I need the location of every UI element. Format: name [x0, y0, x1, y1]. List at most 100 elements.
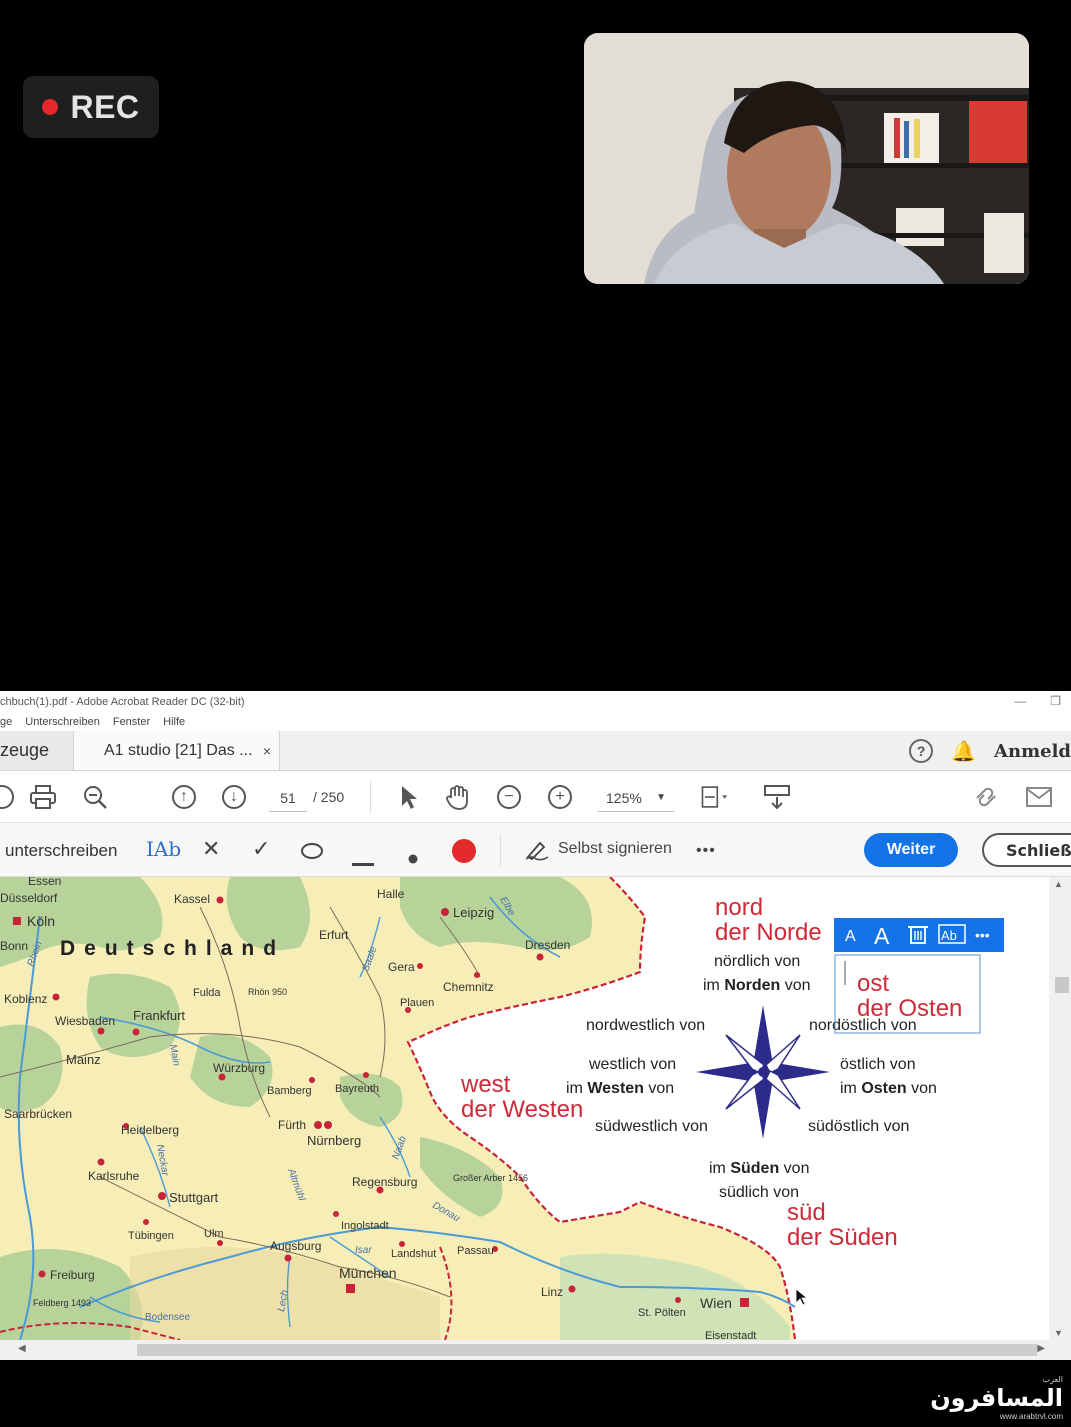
print-icon[interactable] [29, 783, 57, 811]
annotation-more-icon[interactable]: ••• [975, 927, 990, 943]
ellipse-tool-icon[interactable] [300, 841, 324, 865]
scroll-left-icon[interactable]: ◀ [18, 1343, 26, 1354]
close-sign-button[interactable]: Schließe [982, 833, 1071, 867]
city-wuerzburg: Würzburg [213, 1061, 265, 1075]
city-wien: Wien [700, 1295, 732, 1311]
increase-font-icon[interactable]: A [874, 923, 890, 949]
menu-item-anzeige[interactable]: ge [0, 716, 12, 728]
city-chemnitz: Chemnitz [443, 980, 494, 994]
north-word: nord [715, 894, 763, 921]
city-regensburg: Regensburg [352, 1175, 417, 1189]
city-halle: Halle [377, 887, 405, 901]
city-st-poelten: St. Pölten [638, 1307, 686, 1319]
sign-label: unterschreiben [5, 841, 118, 860]
color-picker-icon[interactable] [452, 839, 476, 863]
scroll-down-icon[interactable]: ▼ [1054, 1328, 1063, 1338]
decrease-font-icon[interactable]: A [845, 928, 856, 945]
southwest-label: südwestlich von [595, 1118, 708, 1135]
city-frankfurt: Frankfurt [133, 1008, 185, 1023]
zoom-dropdown[interactable]: 125% ▼ [598, 784, 674, 812]
south-noun: der Süden [787, 1224, 898, 1251]
more-options-icon[interactable]: ••• [696, 839, 716, 863]
menu-item-fenster[interactable]: Fenster [113, 716, 150, 728]
bell-icon[interactable]: 🔔 [951, 739, 976, 764]
help-icon[interactable]: ? [909, 739, 934, 763]
select-cursor-icon[interactable] [395, 783, 423, 811]
sign-in-link[interactable]: Anmeld [994, 741, 1071, 762]
zoom-out-icon[interactable]: − [495, 783, 523, 811]
city-wiesbaden: Wiesbaden [55, 1014, 115, 1028]
city-bamberg: Bamberg [267, 1085, 312, 1097]
city-plauen: Plauen [400, 997, 434, 1009]
scroll-up-icon[interactable]: ▲ [1054, 879, 1063, 889]
email-icon[interactable] [1025, 783, 1053, 811]
menu-item-hilfe[interactable]: Hilfe [163, 716, 185, 728]
cross-mark-icon[interactable]: ✕ [202, 837, 220, 861]
city-eisenstadt: Eisenstadt [705, 1330, 756, 1340]
restore-icon[interactable]: ❐ [1050, 694, 1061, 708]
horizontal-scrollbar[interactable]: ◀ ▶ [0, 1340, 1071, 1360]
previous-page-icon[interactable]: ↑ [170, 783, 198, 811]
city-erfurt: Erfurt [319, 928, 349, 942]
city-passau: Passau [457, 1245, 494, 1257]
horizontal-scroll-thumb[interactable] [137, 1344, 1037, 1356]
watermark-logo: العرب المسافرون www.arabtrvl.com [930, 1375, 1063, 1421]
fit-page-icon[interactable] [700, 783, 728, 811]
hand-tool-icon[interactable] [444, 783, 472, 811]
zoom-in-icon[interactable]: + [546, 783, 574, 811]
save-icon[interactable] [0, 783, 16, 811]
chevron-down-icon: ▼ [656, 792, 666, 803]
minimize-icon[interactable]: — [1014, 694, 1026, 708]
self-sign-button[interactable]: Selbst signieren [524, 837, 672, 861]
vertical-scroll-thumb[interactable] [1055, 977, 1069, 993]
menu-item-unterschreiben[interactable]: Unterschreiben [25, 716, 100, 728]
dot-tool-icon[interactable] [408, 845, 418, 869]
tab-document[interactable]: A1 studio [21] Das ... × [74, 731, 280, 770]
watermark-url: www.arabtrvl.com [999, 1412, 1063, 1421]
west-adjective: westlich von [588, 1056, 676, 1073]
recording-indicator: REC [23, 76, 159, 138]
recording-label: REC [70, 88, 140, 125]
west-phrase: im Westen von [566, 1080, 674, 1097]
line-tool-icon[interactable] [352, 848, 374, 872]
check-mark-icon[interactable]: ✓ [252, 837, 270, 861]
pen-sign-icon [525, 841, 549, 861]
city-bayreuth: Bayreuth [335, 1083, 379, 1095]
city-leipzig: Leipzig [453, 905, 494, 920]
vertical-scrollbar[interactable]: ▲ ▼ [1049, 877, 1071, 1340]
west-word: west [460, 1071, 511, 1098]
city-kassel: Kassel [174, 892, 210, 906]
close-tab-icon[interactable]: × [263, 743, 271, 759]
next-button[interactable]: Weiter [864, 833, 958, 867]
share-link-icon[interactable] [973, 783, 1001, 811]
southeast-label: südöstlich von [808, 1118, 909, 1135]
country-label-deutschland: Deutschland [60, 937, 285, 960]
document-view[interactable]: Essen Düsseldorf Köln Bonn Koblenz Wiesb… [0, 877, 1071, 1340]
mountain-rhoen: Rhön 950 [248, 987, 287, 997]
menu-bar: ge Unterschreiben Fenster Hilfe [0, 713, 1071, 731]
acrobat-window: chbuch(1).pdf - Adobe Acrobat Reader DC … [0, 691, 1071, 1360]
south-phrase: im Süden von [709, 1160, 809, 1177]
city-heidelberg: Heidelberg [121, 1123, 179, 1137]
city-ulm: Ulm [204, 1228, 224, 1240]
title-bar: chbuch(1).pdf - Adobe Acrobat Reader DC … [0, 691, 1071, 713]
next-page-icon[interactable]: ↓ [220, 783, 248, 811]
mountain-grosser-arber: Großer Arber 1456 [453, 1173, 528, 1183]
page-number-input[interactable]: 51 [269, 784, 307, 812]
zoom-search-icon[interactable] [81, 783, 109, 811]
tab-document-label: A1 studio [21] Das ... [104, 741, 253, 759]
city-karlsruhe: Karlsruhe [88, 1169, 140, 1183]
city-bonn: Bonn [0, 939, 28, 953]
tab-bar: zeuge A1 studio [21] Das ... × ? 🔔 Anmel… [0, 731, 1071, 771]
city-muenchen: München [339, 1265, 397, 1281]
tab-tools[interactable]: zeuge [0, 731, 74, 770]
east-noun: der Osten [857, 995, 962, 1022]
scroll-mode-icon[interactable] [763, 783, 791, 811]
city-tuebingen: Tübingen [128, 1230, 174, 1242]
city-augsburg: Augsburg [270, 1239, 321, 1253]
city-freiburg: Freiburg [50, 1268, 95, 1282]
add-text-tool[interactable]: IAb [146, 837, 181, 861]
scroll-right-icon[interactable]: ▶ [1037, 1343, 1045, 1354]
east-adjective: östlich von [840, 1056, 916, 1073]
edit-text-icon[interactable]: Ab [941, 928, 957, 943]
